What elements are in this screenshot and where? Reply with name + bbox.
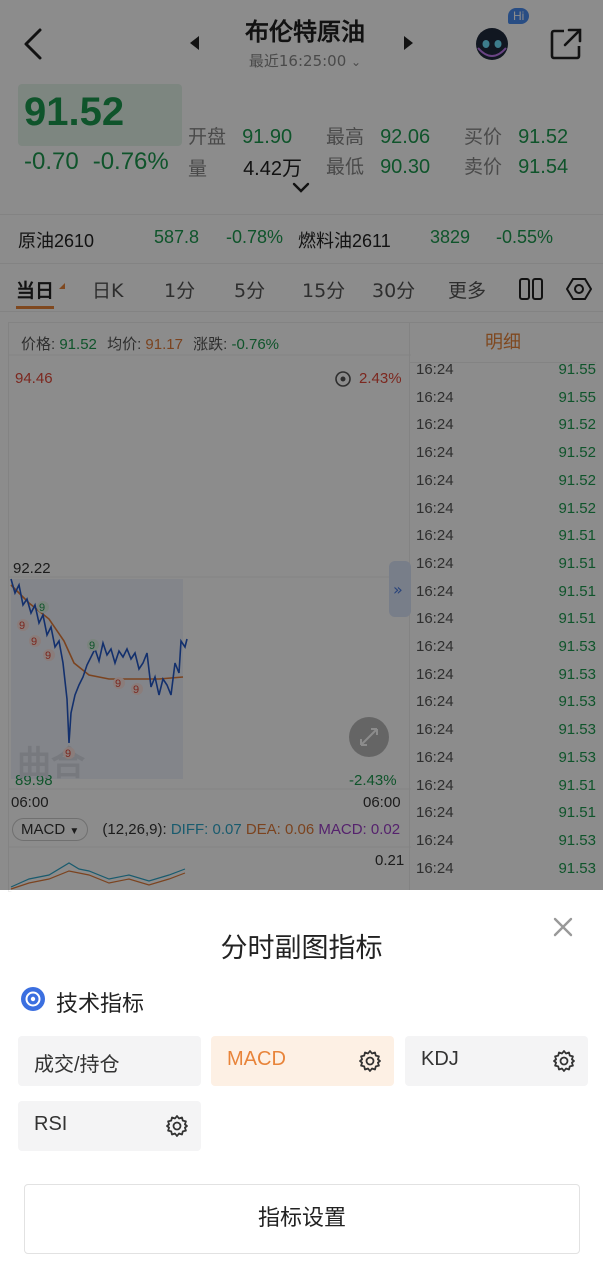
indicator-option-volume[interactable]: 成交/持仓 xyxy=(18,1036,201,1086)
target-icon xyxy=(21,987,45,1011)
indicator-bottom-sheet: 分时副图指标 技术指标 成交/持仓 MACD KDJ RSI 指标设置 xyxy=(0,890,603,1280)
section-title: 技术指标 xyxy=(56,992,145,1017)
option-label: KDJ xyxy=(421,1048,459,1070)
option-label: 成交/持仓 xyxy=(34,1054,120,1076)
gear-icon[interactable] xyxy=(165,1114,189,1138)
modal-backdrop[interactable] xyxy=(0,0,603,890)
indicator-option-macd[interactable]: MACD xyxy=(211,1036,394,1086)
option-label: MACD xyxy=(227,1048,286,1070)
option-label: RSI xyxy=(34,1113,68,1135)
gear-icon[interactable] xyxy=(552,1049,576,1073)
gear-icon[interactable] xyxy=(358,1049,382,1073)
close-icon[interactable] xyxy=(552,916,574,938)
sheet-title: 分时副图指标 xyxy=(220,933,383,964)
indicator-settings-button[interactable]: 指标设置 xyxy=(24,1184,580,1254)
indicator-option-kdj[interactable]: KDJ xyxy=(405,1036,588,1086)
app-screen: 布伦特原油 最近16:25:00 ⌄ Hi 91.52 -0.70 -0.76% … xyxy=(0,0,603,1280)
indicator-option-rsi[interactable]: RSI xyxy=(18,1101,201,1151)
